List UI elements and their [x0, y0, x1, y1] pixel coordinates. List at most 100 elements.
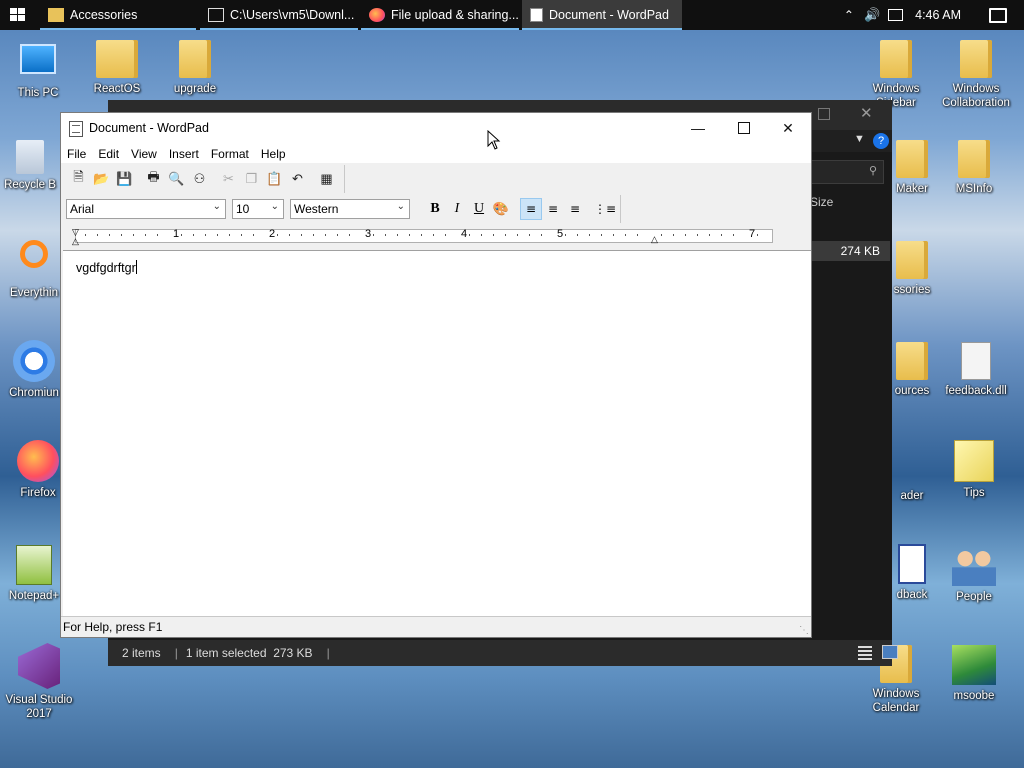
undo-icon[interactable]: ↶	[286, 168, 309, 190]
wordpad-status-bar: For Help, press F1 ⋱	[61, 616, 811, 637]
align-right-icon[interactable]: ≡	[564, 198, 586, 220]
explorer-search-box[interactable]: ⚲	[810, 160, 884, 184]
volume-icon[interactable]: 🔊	[864, 7, 880, 23]
bold-button[interactable]: B	[424, 198, 446, 220]
document-editor[interactable]: vgdfgdrftgr	[63, 250, 811, 618]
menu-view[interactable]: View	[125, 143, 163, 163]
search-icon: ⚲	[868, 165, 877, 177]
desktop-icon-feedback-dll[interactable]: feedback.dll	[936, 342, 1016, 398]
desktop-icon-label: ReactOS	[93, 83, 141, 95]
left-indent-marker[interactable]: △	[72, 236, 79, 247]
chevron-down-icon[interactable]: ▼	[854, 133, 865, 145]
font-size-select[interactable]: 10 ⌄	[232, 199, 284, 219]
column-header-size[interactable]: Size	[810, 195, 833, 209]
desktop-icon-reactos[interactable]: ReactOS	[79, 40, 155, 96]
desktop-icon-notepadpp[interactable]: Notepad+	[0, 545, 68, 603]
desktop-icon-label: Tips	[963, 487, 985, 499]
status-text: For Help, press F1	[63, 620, 163, 634]
desktop-icon-msoobe[interactable]: msoobe	[936, 645, 1012, 703]
right-indent-marker[interactable]: △	[651, 234, 658, 245]
selected-file-row[interactable]: 274 KB	[810, 241, 890, 261]
align-center-icon[interactable]: ≡	[542, 198, 564, 220]
desktop-icon-people[interactable]: People	[936, 544, 1012, 604]
desktop-icon-reader[interactable]: ader	[884, 443, 940, 503]
ruler-tick	[505, 234, 506, 236]
desktop-icon-this-pc[interactable]: This PC	[0, 40, 76, 100]
insert-datetime-icon[interactable]: ▦	[315, 168, 338, 190]
wordpad-window[interactable]: Document - WordPad — ✕ File Edit View In…	[60, 112, 812, 638]
color-palette-icon[interactable]: 🎨	[490, 198, 512, 220]
desktop-icon-msinfo[interactable]: MSInfo	[936, 140, 1012, 196]
desktop-icon-everything[interactable]: Everythin	[0, 240, 68, 300]
maximize-button[interactable]	[721, 113, 767, 143]
tiles-view-icon[interactable]	[882, 645, 898, 659]
minimize-button[interactable]: —	[675, 113, 721, 143]
ruler[interactable]: ▽ △ △ 1 2 3 4 5 7	[65, 227, 773, 247]
notifications-icon[interactable]	[989, 7, 1007, 23]
desktop-icon-chromium[interactable]: Chromiun	[0, 340, 68, 400]
paste-icon[interactable]: 📋	[263, 168, 286, 190]
cut-icon[interactable]: ✂	[217, 168, 240, 190]
taskbar-item-firefox[interactable]: File upload & sharing...	[361, 0, 519, 30]
ruler-tick	[253, 234, 254, 236]
desktop-icon-feedback[interactable]: dback	[884, 544, 940, 602]
close-button[interactable]: ✕	[765, 113, 811, 143]
menu-file[interactable]: File	[61, 143, 92, 163]
firefox-icon	[17, 440, 59, 482]
document-text[interactable]: vgdfgdrftgr	[76, 260, 137, 275]
ruler-bar	[75, 229, 773, 243]
close-icon[interactable]: ✕	[860, 104, 873, 122]
start-button[interactable]	[0, 0, 36, 30]
desktop-icon-tips[interactable]: Tips	[936, 440, 1012, 500]
taskbar-item-cmd[interactable]: C:\Users\vm5\Downl...	[200, 0, 358, 30]
clock[interactable]: 4:46 AM	[915, 8, 961, 22]
ruler-tick	[325, 234, 326, 236]
menu-help[interactable]: Help	[255, 143, 292, 163]
desktop-icon-label: ader	[900, 490, 924, 502]
desktop-icon-maker[interactable]: Maker	[884, 140, 940, 196]
print-icon[interactable]: 🖶	[142, 168, 165, 190]
resize-grip-icon[interactable]: ⋱	[799, 625, 809, 636]
sticky-note-icon	[954, 440, 994, 482]
menu-insert[interactable]: Insert	[163, 143, 205, 163]
find-icon[interactable]: ⚇	[188, 168, 211, 190]
underline-button[interactable]: U	[468, 198, 490, 220]
mouse-pointer-icon	[487, 130, 501, 150]
desktop-icon-accessories[interactable]: ssories	[884, 241, 940, 297]
desktop-icon-upgrade[interactable]: upgrade	[157, 40, 233, 96]
copy-icon[interactable]: ❐	[240, 168, 263, 190]
maximize-icon[interactable]	[818, 108, 830, 120]
wordpad-title-bar[interactable]: Document - WordPad — ✕	[61, 113, 811, 143]
align-left-icon[interactable]: ≡	[520, 198, 542, 220]
ruler-tick	[685, 234, 686, 236]
details-view-icon[interactable]	[858, 646, 872, 660]
desktop-icon-resources[interactable]: ources	[884, 342, 940, 398]
ruler-tick	[469, 234, 470, 236]
recycle-bin-icon	[16, 140, 44, 174]
desktop-icon-label: ources	[894, 385, 930, 397]
new-document-icon[interactable]: 🗎	[67, 168, 90, 190]
bullets-icon[interactable]: ⋮≡	[594, 198, 616, 220]
menu-format[interactable]: Format	[205, 143, 255, 163]
font-name-select[interactable]: Arial ⌄	[66, 199, 226, 219]
desktop-icon-windows-collaboration[interactable]: Windows Collaboration	[936, 40, 1016, 110]
desktop-icon-recycle-bin[interactable]: Recycle B	[0, 140, 60, 192]
visual-studio-icon	[18, 643, 60, 689]
ruler-tick	[589, 234, 590, 236]
ruler-tick	[613, 234, 614, 236]
menu-edit[interactable]: Edit	[92, 143, 125, 163]
help-icon[interactable]: ?	[873, 133, 889, 149]
taskbar-item-accessories[interactable]: Accessories	[40, 0, 196, 30]
people-icon	[952, 544, 996, 586]
desktop-icon-visual-studio[interactable]: Visual Studio 2017	[0, 643, 78, 721]
ruler-tick	[349, 234, 350, 236]
network-icon[interactable]	[888, 9, 904, 21]
chevron-up-icon[interactable]: ⌃	[844, 8, 854, 22]
print-preview-icon[interactable]: 🔍	[165, 168, 188, 190]
italic-button[interactable]: I	[446, 198, 468, 220]
font-script-select[interactable]: Western ⌄	[290, 199, 410, 219]
desktop-icon-label: Windows Calendar	[872, 688, 920, 714]
taskbar-item-wordpad[interactable]: Document - WordPad	[522, 0, 682, 30]
open-folder-icon[interactable]: 📂	[90, 168, 113, 190]
save-icon[interactable]: 💾	[113, 168, 136, 190]
